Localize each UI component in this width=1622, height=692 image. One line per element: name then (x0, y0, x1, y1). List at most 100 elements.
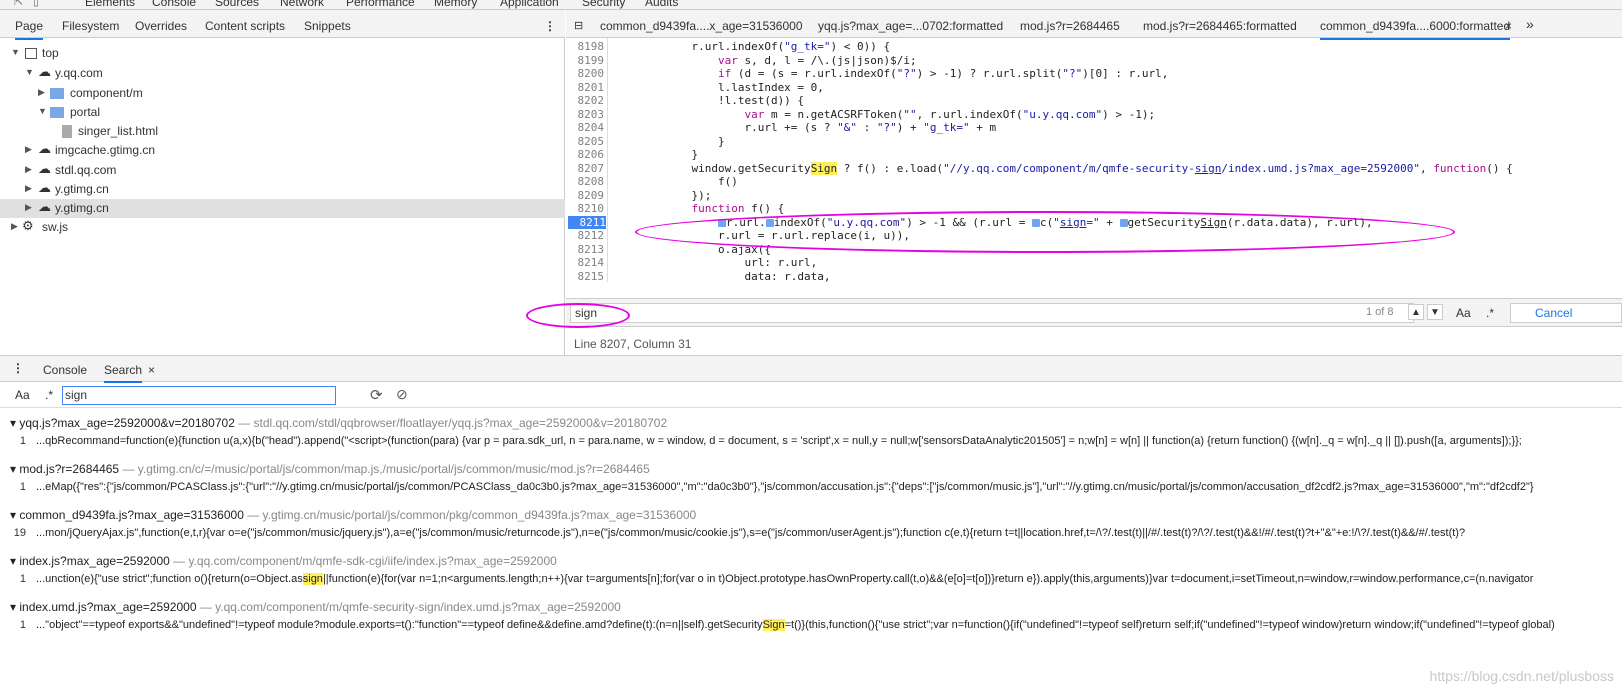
line-number[interactable]: 8203 (566, 108, 605, 121)
clear-icon[interactable]: ⊘ (396, 386, 408, 403)
collapse-arrow-icon[interactable]: ▶ (25, 164, 32, 175)
tab-application[interactable]: Application (500, 0, 559, 9)
line-number[interactable]: 8205 (566, 135, 605, 148)
collapse-arrow-icon[interactable]: ▶ (11, 221, 18, 232)
tab-console-drawer[interactable]: Console (43, 363, 87, 377)
gear-icon: ⚙ (22, 218, 34, 233)
search-result-group[interactable]: ▾ common_d9439fa.js?max_age=31536000 — y… (0, 508, 1622, 548)
line-number[interactable]: 8210 (566, 202, 605, 215)
code-line: l.lastIndex = 0, (612, 80, 824, 94)
line-number[interactable]: 8200 (566, 67, 605, 80)
tab-console[interactable]: Console (152, 0, 196, 9)
collapse-arrow-icon[interactable]: ▶ (38, 87, 45, 98)
line-number[interactable]: 8208 (566, 175, 605, 188)
line-number[interactable]: 8207 (566, 162, 605, 175)
drawer-menu-icon[interactable]: ⋮ (12, 361, 24, 375)
editor-tab[interactable]: yqq.js?max_age=...0702:formatted (818, 19, 1003, 33)
tab-search-drawer[interactable]: Search (104, 363, 143, 383)
tab-performance[interactable]: Performance (346, 0, 415, 9)
result-match[interactable]: ...mon/jQueryAjax.js",function(e,t,r){va… (36, 527, 1465, 539)
close-tab-icon[interactable]: × (1505, 19, 1512, 33)
inspect-icon[interactable]: ⇱ (14, 0, 23, 8)
expand-arrow-icon[interactable]: ▼ (25, 67, 34, 77)
tab-security[interactable]: Security (582, 0, 625, 9)
line-number[interactable]: 8199 (566, 54, 605, 67)
tree-item-y-gtimg-cn-2[interactable]: ▶ ☁ y.gtimg.cn (0, 199, 565, 218)
search-result-group[interactable]: ▾ index.js?max_age=2592000 — y.qq.com/co… (0, 554, 1622, 594)
previous-match-icon[interactable]: ▲ (1408, 304, 1424, 320)
code-line: window.getSecuritySign ? f() : e.load("/… (612, 161, 1513, 175)
search-result-group[interactable]: ▾ index.umd.js?max_age=2592000 — y.qq.co… (0, 600, 1622, 640)
match-case-button[interactable]: Aa (1456, 306, 1471, 320)
collapse-arrow-icon[interactable]: ▶ (25, 144, 32, 155)
tab-content-scripts[interactable]: Content scripts (205, 19, 285, 33)
result-file[interactable]: ▾ yqq.js?max_age=2592000&v=20180702 — st… (10, 416, 667, 430)
tree-item-top[interactable]: ▼ top (0, 44, 565, 63)
tab-memory[interactable]: Memory (434, 0, 477, 9)
result-match[interactable]: ..."object"==typeof exports&&"undefined"… (36, 619, 1555, 631)
line-gutter[interactable]: 8198 8199 8200 8201 8202 8203 8204 8205 … (566, 38, 608, 282)
next-match-icon[interactable]: ▼ (1427, 304, 1443, 320)
tree-item-sw-js[interactable]: ▶ ⚙ sw.js (0, 218, 565, 237)
more-icon[interactable]: ⋮ (544, 19, 556, 33)
result-file[interactable]: ▾ common_d9439fa.js?max_age=31536000 — y… (10, 508, 696, 522)
line-number[interactable]: 8214 (566, 256, 605, 269)
result-match[interactable]: ...unction(e){"use strict";function o(){… (36, 573, 1533, 585)
editor-tab[interactable]: mod.js?r=2684465 (1020, 19, 1120, 33)
tree-item-y-gtimg-cn[interactable]: ▶ ☁ y.gtimg.cn (0, 180, 565, 199)
cancel-button[interactable]: Cancel (1510, 303, 1622, 323)
breakpoint-marker[interactable]: 8211 (568, 215, 606, 229)
close-search-tab-icon[interactable]: × (148, 363, 155, 377)
collapse-arrow-icon[interactable]: ▶ (25, 183, 32, 194)
tree-item-singer-list[interactable]: singer_list.html (0, 122, 565, 141)
result-match[interactable]: ...eMap({"res":{"js/common/PCASClass.js"… (36, 481, 1534, 493)
line-number[interactable]: 8202 (566, 94, 605, 107)
expand-arrow-icon[interactable]: ▼ (11, 47, 20, 57)
match-case-button[interactable]: Aa (15, 388, 30, 402)
line-number[interactable]: 8212 (566, 229, 605, 242)
line-number[interactable]: 8213 (566, 243, 605, 256)
line-number[interactable]: 8201 (566, 81, 605, 94)
tab-elements[interactable]: Elements (85, 0, 135, 9)
overflow-icon[interactable]: » (1526, 16, 1534, 32)
search-input[interactable]: sign (62, 386, 336, 405)
search-result-group[interactable]: ▾ mod.js?r=2684465 — y.gtimg.cn/c/=/musi… (0, 462, 1622, 502)
tab-page[interactable]: Page (15, 19, 44, 40)
line-number[interactable]: 8204 (566, 121, 605, 134)
refresh-icon[interactable]: ⟳ (370, 386, 383, 404)
tab-audits[interactable]: Audits (645, 0, 678, 9)
toggle-navigator-icon[interactable]: ⊟ (574, 19, 583, 32)
result-file-name: index.umd.js?max_age=2592000 (19, 600, 197, 614)
result-file-path: — y.qq.com/component/m/qmfe-security-sig… (199, 600, 621, 614)
tab-filesystem[interactable]: Filesystem (62, 19, 119, 33)
tree-item-imgcache[interactable]: ▶ ☁ imgcache.gtimg.cn (0, 141, 565, 160)
tree-item-portal[interactable]: ▼ portal (0, 103, 565, 122)
tree-item-component-m[interactable]: ▶ component/m (0, 84, 565, 103)
result-file[interactable]: ▾ index.js?max_age=2592000 — y.qq.com/co… (10, 554, 557, 568)
search-result-group[interactable]: ▾ yqq.js?max_age=2592000&v=20180702 — st… (0, 416, 1622, 456)
editor-tab[interactable]: mod.js?r=2684465:formatted (1143, 19, 1297, 33)
editor-tab[interactable]: common_d9439fa....x_age=31536000 (600, 19, 803, 33)
line-number[interactable]: 8215 (566, 270, 605, 283)
result-file[interactable]: ▾ mod.js?r=2684465 — y.gtimg.cn/c/=/musi… (10, 462, 650, 476)
code-line: f() (612, 175, 738, 188)
tab-network[interactable]: Network (280, 0, 324, 9)
editor-tab-active[interactable]: common_d9439fa....6000:formatted (1320, 19, 1511, 40)
find-input[interactable]: sign (570, 303, 1414, 323)
line-number[interactable]: 8206 (566, 148, 605, 161)
line-number[interactable]: 8209 (566, 189, 605, 202)
expand-arrow-icon[interactable]: ▼ (38, 106, 47, 116)
tab-sources[interactable]: Sources (215, 0, 259, 9)
collapse-arrow-icon[interactable]: ▶ (25, 202, 32, 213)
result-match[interactable]: ...qbRecommand=function(e){function u(a,… (36, 435, 1522, 447)
regex-button[interactable]: .* (45, 388, 53, 402)
tree-item-y-qq-com[interactable]: ▼ ☁ y.qq.com (0, 64, 565, 83)
cloud-icon: ☁ (38, 199, 51, 214)
device-toolbar-icon[interactable]: ▯ (33, 0, 39, 8)
regex-button[interactable]: .* (1486, 306, 1494, 320)
tree-item-stdl[interactable]: ▶ ☁ stdl.qq.com (0, 161, 565, 180)
line-number[interactable]: 8198 (566, 40, 605, 53)
tab-overrides[interactable]: Overrides (135, 19, 187, 33)
tab-snippets[interactable]: Snippets (304, 19, 351, 33)
result-file[interactable]: ▾ index.umd.js?max_age=2592000 — y.qq.co… (10, 600, 621, 614)
